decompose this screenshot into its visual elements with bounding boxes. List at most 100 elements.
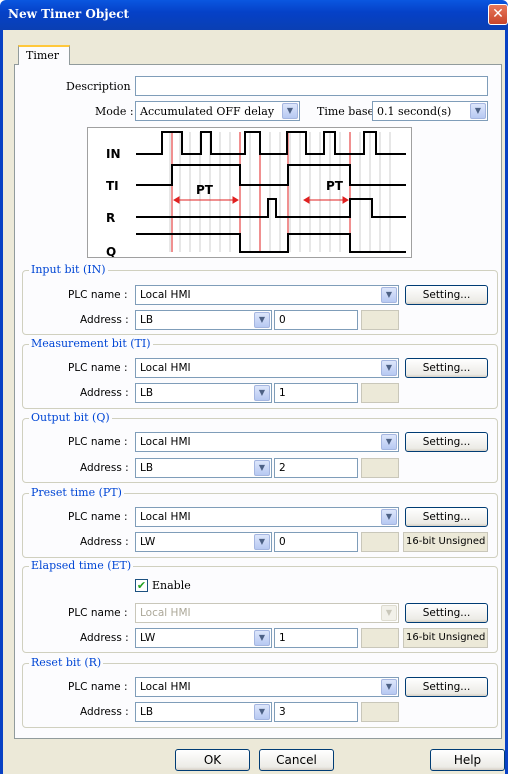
reset-plc-name-value: Local HMI	[140, 681, 191, 693]
reset-plc-name-label: PLC name :	[68, 681, 128, 693]
output-device-value: LB	[140, 462, 154, 474]
measurement-address-input[interactable]: 1	[274, 383, 358, 403]
mode-value: Accumulated OFF delay	[140, 105, 275, 118]
help-button[interactable]: Help	[430, 749, 505, 771]
chevron-down-icon[interactable]: ▼	[254, 534, 270, 550]
input-plc-name-value: Local HMI	[140, 289, 191, 301]
elapsed-device-value: LW	[140, 632, 156, 644]
title-bar: New Timer Object ✕	[0, 0, 508, 30]
reset-address-input[interactable]: 3	[274, 702, 358, 722]
signal-label-q: Q	[106, 245, 116, 257]
input-device-value: LB	[140, 314, 154, 326]
elapsed-time-title: Elapsed time (ET)	[29, 559, 134, 572]
chevron-down-icon[interactable]: ▼	[381, 605, 397, 621]
chevron-down-icon[interactable]: ▼	[254, 704, 270, 720]
reset-plc-name-select[interactable]: Local HMI ▼	[135, 677, 399, 697]
chevron-down-icon[interactable]: ▼	[381, 287, 397, 303]
output-address-label: Address :	[80, 462, 129, 474]
elapsed-address-label: Address :	[80, 632, 129, 644]
elapsed-plc-name-label: PLC name :	[68, 607, 128, 619]
reset-bit-title: Reset bit (R)	[29, 656, 104, 669]
output-format-field	[361, 458, 399, 478]
measurement-plc-name-value: Local HMI	[140, 362, 191, 374]
measurement-address-label: Address :	[80, 387, 129, 399]
chevron-down-icon[interactable]: ▼	[381, 509, 397, 525]
reset-device-value: LB	[140, 706, 154, 718]
chevron-down-icon[interactable]: ▼	[254, 385, 270, 401]
elapsed-address-input[interactable]: 1	[274, 628, 358, 648]
preset-empty-field	[361, 532, 399, 552]
mode-select[interactable]: Accumulated OFF delay ▼	[135, 101, 300, 121]
window-title: New Timer Object	[8, 7, 130, 21]
timing-diagram-svg: IN TI R Q PT PT	[106, 131, 406, 259]
elapsed-format-label: 16-bit Unsigned	[403, 628, 489, 648]
ok-button[interactable]: OK	[175, 749, 250, 771]
reset-format-field	[361, 702, 399, 722]
measurement-plc-name-select[interactable]: Local HMI ▼	[135, 358, 399, 378]
output-plc-name-value: Local HMI	[140, 436, 191, 448]
measurement-device-value: LB	[140, 387, 154, 399]
preset-device-value: LW	[140, 536, 156, 548]
chevron-down-icon[interactable]: ▼	[381, 679, 397, 695]
close-icon[interactable]: ✕	[488, 4, 508, 25]
output-device-select[interactable]: LB ▼	[135, 458, 272, 478]
chevron-down-icon[interactable]: ▼	[282, 103, 298, 119]
measurement-bit-title: Measurement bit (TI)	[29, 337, 153, 350]
chevron-down-icon[interactable]: ▼	[254, 460, 270, 476]
preset-address-label: Address :	[80, 536, 129, 548]
tab-timer[interactable]: Timer	[18, 45, 70, 65]
signal-label-ti: TI	[106, 179, 119, 193]
output-address-input[interactable]: 2	[274, 458, 358, 478]
output-bit-title: Output bit (Q)	[29, 411, 112, 424]
output-plc-name-select[interactable]: Local HMI ▼	[135, 432, 399, 452]
output-plc-name-label: PLC name :	[68, 436, 128, 448]
elapsed-enable-checkbox[interactable]: ✔	[135, 579, 148, 592]
timing-diagram: IN TI R Q PT PT	[87, 127, 412, 259]
input-device-select[interactable]: LB ▼	[135, 310, 272, 330]
input-address-input[interactable]: 0	[274, 310, 358, 330]
pt-label-2: PT	[326, 179, 344, 193]
elapsed-empty-field	[361, 628, 399, 648]
preset-plc-name-label: PLC name :	[68, 511, 128, 523]
input-bit-title: Input bit (IN)	[29, 263, 108, 276]
preset-format-label: 16-bit Unsigned	[403, 532, 489, 552]
preset-time-title: Preset time (PT)	[29, 486, 124, 499]
signal-label-in: IN	[106, 147, 121, 161]
time-base-value: 0.1 second(s)	[377, 105, 452, 118]
elapsed-plc-name-select[interactable]: Local HMI ▼	[135, 603, 399, 623]
input-plc-name-select[interactable]: Local HMI ▼	[135, 285, 399, 305]
input-plc-name-label: PLC name :	[68, 289, 128, 301]
description-label: Description :	[66, 80, 138, 93]
reset-setting-button[interactable]: Setting...	[405, 677, 488, 697]
chevron-down-icon[interactable]: ▼	[381, 434, 397, 450]
chevron-down-icon[interactable]: ▼	[254, 630, 270, 646]
preset-device-select[interactable]: LW ▼	[135, 532, 272, 552]
time-base-select[interactable]: 0.1 second(s) ▼	[372, 101, 488, 121]
chevron-down-icon[interactable]: ▼	[254, 312, 270, 328]
mode-label: Mode :	[95, 105, 134, 118]
preset-plc-name-value: Local HMI	[140, 511, 191, 523]
description-input[interactable]	[135, 76, 488, 96]
input-address-label: Address :	[80, 314, 129, 326]
elapsed-device-select[interactable]: LW ▼	[135, 628, 272, 648]
preset-plc-name-select[interactable]: Local HMI ▼	[135, 507, 399, 527]
measurement-setting-button[interactable]: Setting...	[405, 358, 488, 378]
elapsed-setting-button[interactable]: Setting...	[405, 603, 488, 623]
preset-address-input[interactable]: 0	[274, 532, 358, 552]
signal-label-r: R	[106, 211, 115, 225]
measurement-format-field	[361, 383, 399, 403]
cancel-button[interactable]: Cancel	[259, 749, 334, 771]
measurement-plc-name-label: PLC name :	[68, 362, 128, 374]
pt-label-1: PT	[196, 183, 214, 197]
chevron-down-icon[interactable]: ▼	[470, 103, 486, 119]
input-setting-button[interactable]: Setting...	[405, 285, 488, 305]
output-setting-button[interactable]: Setting...	[405, 432, 488, 452]
elapsed-plc-name-value: Local HMI	[140, 607, 191, 619]
chevron-down-icon[interactable]: ▼	[381, 360, 397, 376]
elapsed-enable-label: Enable	[152, 579, 191, 592]
reset-device-select[interactable]: LB ▼	[135, 702, 272, 722]
input-format-field	[361, 310, 399, 330]
preset-setting-button[interactable]: Setting...	[405, 507, 488, 527]
measurement-device-select[interactable]: LB ▼	[135, 383, 272, 403]
reset-address-label: Address :	[80, 706, 129, 718]
